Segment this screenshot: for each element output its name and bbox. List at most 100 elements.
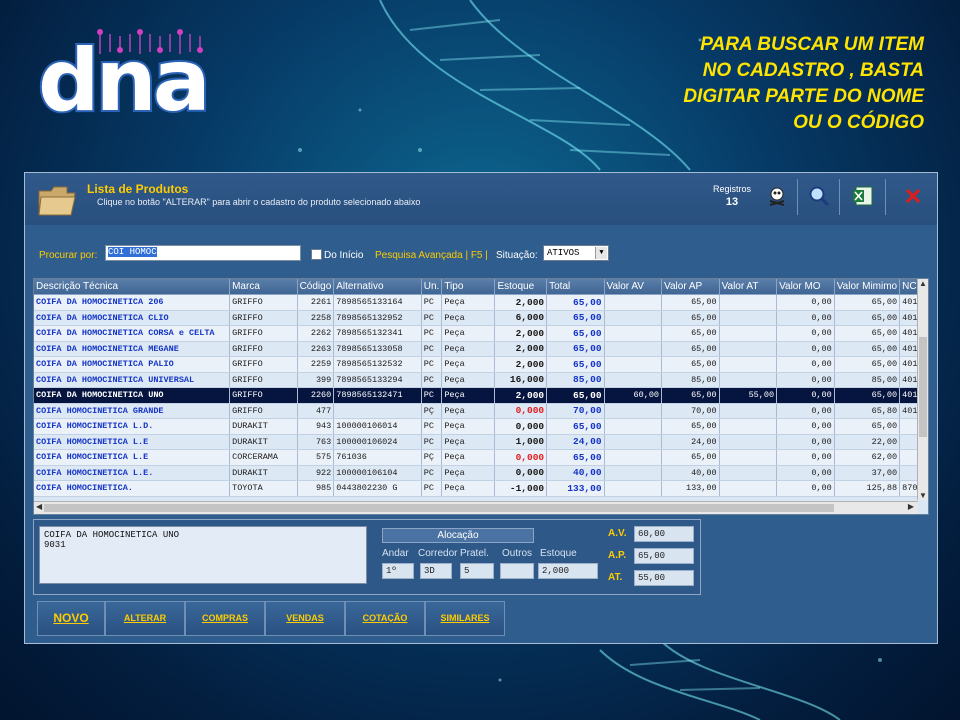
table-row[interactable]: COIFA DA HOMOCINETICA CLIO GRIFFO 2258 7898…	[34, 310, 928, 326]
column-header[interactable]: Marca	[229, 279, 298, 295]
novo-button[interactable]: NOVO	[37, 601, 105, 636]
similares-button[interactable]: SIMILARES	[425, 601, 505, 636]
scroll-up-icon[interactable]: ▲	[919, 279, 927, 288]
table-cell	[719, 310, 778, 326]
table-cell: 0,00	[776, 372, 835, 388]
table-row[interactable]: COIFA DA HOMOCINETICA PALIO GRIFFO 2259 789…	[34, 356, 928, 373]
column-header[interactable]: Estoque	[494, 279, 548, 295]
andar-field[interactable]: 1º	[382, 563, 414, 579]
table-cell: 943	[297, 418, 335, 435]
column-header[interactable]: Valor AT	[719, 279, 778, 295]
table-row[interactable]: COIFA DA HOMOCINETICA UNIVERSAL GRIFFO 399…	[34, 372, 928, 388]
table-cell: 85,00	[834, 372, 901, 388]
column-header[interactable]: Total	[546, 279, 605, 295]
scroll-left-icon[interactable]: ◀	[36, 502, 42, 511]
description-memo[interactable]: COIFA DA HOMOCINETICA UNO 9031	[39, 526, 367, 584]
table-cell	[604, 465, 663, 481]
table-row[interactable]: COIFA HOMOCINETICA L.E DURAKIT 763 10000010…	[34, 434, 928, 450]
table-row[interactable]: COIFA HOMOCINETICA GRANDE GRIFFO 477 PÇ Peça…	[34, 403, 928, 419]
column-header[interactable]: Tipo	[441, 279, 496, 295]
table-row[interactable]: COIFA HOMOCINETICA. TOYOTA 985 0443802230 G…	[34, 480, 928, 497]
close-icon[interactable]	[899, 182, 927, 210]
chevron-down-icon[interactable]: ▼	[595, 247, 607, 259]
scroll-right-icon[interactable]: ▶	[908, 502, 914, 511]
table-cell: 85,00	[661, 372, 720, 388]
table-cell: 2,000	[494, 387, 548, 404]
table-row[interactable]: COIFA DA HOMOCINETICA MEGANE GRIFFO 2263 78…	[34, 341, 928, 357]
av-field[interactable]: 60,00	[634, 526, 694, 542]
table-cell	[333, 403, 422, 419]
table-row[interactable]: COIFA HOMOCINETICA L.E CORCERAMA 575 761036…	[34, 449, 928, 466]
do-inicio-checkbox[interactable]	[311, 249, 322, 260]
skull-icon[interactable]	[763, 182, 791, 210]
table-cell: PC	[421, 325, 443, 342]
table-cell	[719, 294, 778, 311]
table-cell	[719, 449, 778, 466]
registros-count: 13	[725, 196, 739, 208]
estoque-field[interactable]: 2,000	[538, 563, 598, 579]
ap-field[interactable]: 65,00	[634, 548, 694, 564]
table-cell: 0,00	[776, 294, 835, 311]
table-cell: 65,00	[834, 325, 901, 342]
alterar-button[interactable]: ALTERAR	[105, 601, 185, 636]
table-cell: 65,00	[834, 341, 901, 357]
advanced-search-link[interactable]: Pesquisa Avançada | F5 |	[375, 250, 488, 261]
scroll-thumb[interactable]	[919, 337, 927, 437]
column-header[interactable]: Valor Mimimo	[834, 279, 901, 295]
column-header[interactable]: Un.	[421, 279, 443, 295]
table-cell: 922	[297, 465, 335, 481]
table-cell: Peça	[441, 356, 496, 373]
search-label: Procurar por:	[39, 250, 98, 261]
estoque-label: Estoque	[540, 548, 577, 559]
table-cell: 65,00	[546, 356, 605, 373]
table-row[interactable]: COIFA HOMOCINETICA L.D. DURAKIT 943 1000001…	[34, 418, 928, 435]
table-row[interactable]: COIFA DA HOMOCINETICA 206 GRIFFO 2261 78985…	[34, 294, 928, 311]
toolbar-separator	[885, 179, 886, 215]
table-cell: 0,00	[776, 434, 835, 450]
table-cell: 100000106104	[333, 465, 422, 481]
magnifier-icon[interactable]	[805, 182, 833, 210]
table-cell: 65,00	[834, 294, 901, 311]
table-cell	[604, 325, 663, 342]
table-cell: PC	[421, 310, 443, 326]
table-cell: Peça	[441, 310, 496, 326]
column-header[interactable]: Código	[297, 279, 335, 295]
search-input[interactable]: COI HOMOC	[105, 245, 301, 261]
table-cell: 763	[297, 434, 335, 450]
table-cell: COIFA DA HOMOCINETICA 206	[34, 294, 231, 311]
column-header[interactable]: Alternativo	[333, 279, 422, 295]
column-header[interactable]: Valor AP	[661, 279, 720, 295]
table-cell: PC	[421, 372, 443, 388]
table-cell	[719, 372, 778, 388]
vendas-button[interactable]: VENDAS	[265, 601, 345, 636]
table-cell: PC	[421, 387, 443, 404]
scroll-thumb[interactable]	[44, 504, 834, 512]
table-cell: COIFA HOMOCINETICA L.E	[34, 449, 231, 466]
excel-icon[interactable]	[849, 182, 877, 210]
table-row[interactable]: COIFA HOMOCINETICA L.E. DURAKIT 922 1000001…	[34, 465, 928, 481]
scroll-down-icon[interactable]: ▼	[919, 491, 927, 500]
outros-field[interactable]	[500, 563, 534, 579]
table-cell: DURAKIT	[229, 465, 298, 481]
column-header[interactable]: Valor AV	[604, 279, 663, 295]
vertical-scrollbar[interactable]: ▲ ▼	[917, 279, 928, 500]
table-cell: 985	[297, 480, 335, 497]
cotacao-button[interactable]: COTAÇÃO	[345, 601, 425, 636]
table-cell: 65,00	[546, 418, 605, 435]
situacao-select[interactable]: ATIVOS ▼	[543, 245, 609, 261]
table-cell: 2258	[297, 310, 335, 326]
table-cell: PÇ	[421, 449, 443, 466]
compras-button[interactable]: COMPRAS	[185, 601, 265, 636]
table-row[interactable]: COIFA DA HOMOCINETICA UNO GRIFFO 2260 78985…	[34, 387, 928, 404]
at-field[interactable]: 55,00	[634, 570, 694, 586]
pratel-field[interactable]: 5	[460, 563, 494, 579]
column-header[interactable]: Valor MO	[776, 279, 835, 295]
table-cell: GRIFFO	[229, 403, 298, 419]
horizontal-scrollbar[interactable]: ◀ ▶	[34, 501, 918, 514]
column-header[interactable]: Descrição Técnica	[34, 279, 231, 295]
toolbar-separator	[839, 179, 840, 215]
table-row[interactable]: COIFA DA HOMOCINETICA CORSA e CELTA GRIFF…	[34, 325, 928, 342]
table-cell: 65,00	[834, 418, 901, 435]
corredor-field[interactable]: 3D	[420, 563, 452, 579]
table-cell: 133,00	[661, 480, 720, 497]
